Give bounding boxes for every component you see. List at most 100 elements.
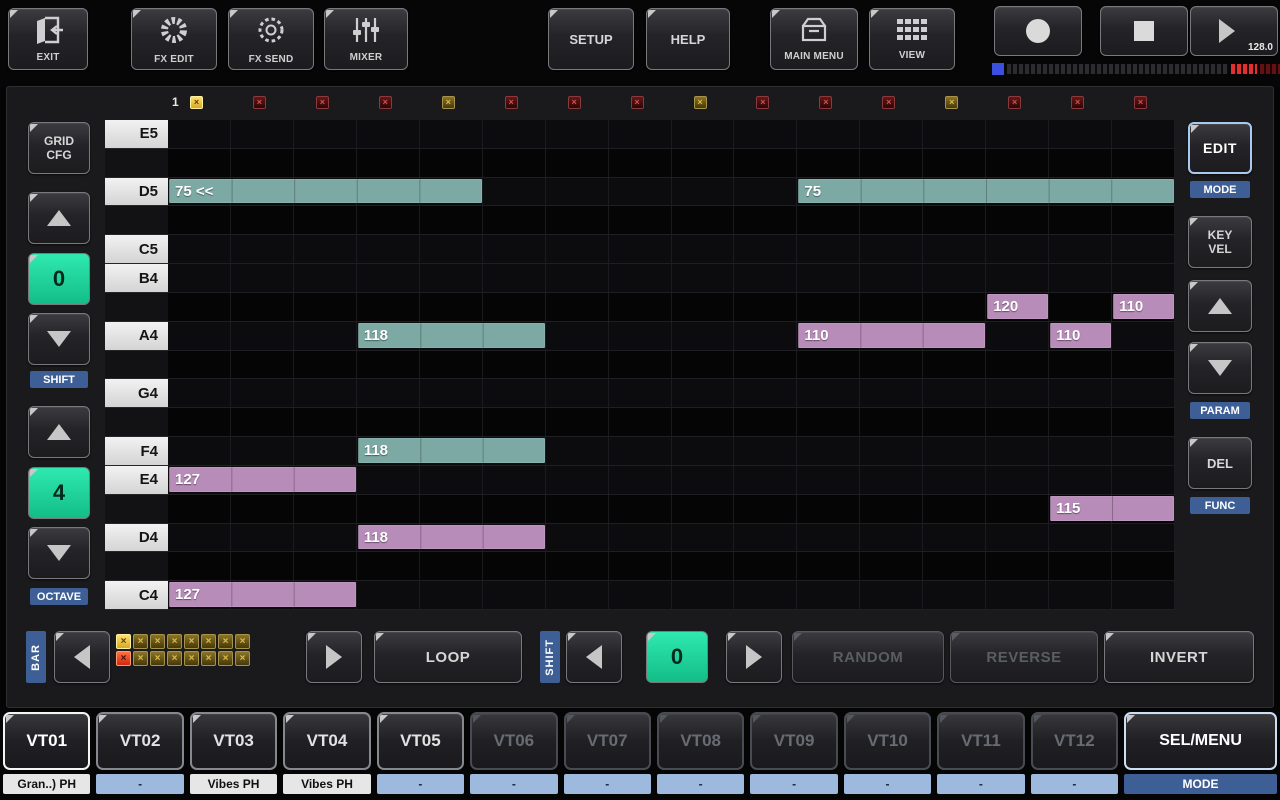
grid-cell[interactable] xyxy=(294,524,357,552)
sequencer-note[interactable]: 118 xyxy=(358,438,545,463)
step-marker-3[interactable]: × xyxy=(316,96,329,109)
track-tab-vt10[interactable]: VT10 xyxy=(844,712,931,770)
bar-indicator[interactable]: × xyxy=(167,634,182,649)
step-marker-4[interactable]: × xyxy=(379,96,392,109)
track-tab-vt07[interactable]: VT07 xyxy=(564,712,651,770)
grid-cell[interactable] xyxy=(546,120,609,148)
grid-cell[interactable] xyxy=(1112,552,1175,580)
grid-cell[interactable] xyxy=(1112,351,1175,379)
grid-cell[interactable] xyxy=(1049,524,1112,552)
grid-cell[interactable] xyxy=(168,264,231,292)
grid-cell[interactable] xyxy=(797,581,860,609)
grid-cell[interactable] xyxy=(734,408,797,436)
grid-cell[interactable] xyxy=(483,552,546,580)
grid-cell[interactable] xyxy=(294,293,357,321)
bar-indicator[interactable]: × xyxy=(116,634,131,649)
key-label[interactable] xyxy=(105,149,168,178)
grid-cell[interactable] xyxy=(1049,552,1112,580)
grid-cell[interactable] xyxy=(420,351,483,379)
grid-cell[interactable] xyxy=(797,379,860,407)
grid-cell[interactable] xyxy=(672,235,735,263)
grid-cell[interactable] xyxy=(1112,408,1175,436)
grid-cell[interactable] xyxy=(734,351,797,379)
grid-cell[interactable] xyxy=(1049,466,1112,494)
stop-button[interactable] xyxy=(1100,6,1188,56)
grid-cell[interactable] xyxy=(609,379,672,407)
grid-cell[interactable] xyxy=(734,149,797,177)
grid-cell[interactable] xyxy=(231,206,294,234)
grid-cell[interactable] xyxy=(923,149,986,177)
grid-cell[interactable] xyxy=(294,379,357,407)
sequencer-note[interactable]: 115 xyxy=(1050,496,1174,521)
grid-cell[interactable] xyxy=(168,495,231,523)
grid-cell[interactable] xyxy=(231,322,294,350)
grid-cell[interactable] xyxy=(923,524,986,552)
grid-cell[interactable] xyxy=(672,408,735,436)
grid-cell[interactable] xyxy=(672,149,735,177)
step-marker-5[interactable]: × xyxy=(442,96,455,109)
track-sub-label[interactable]: Vibes PH xyxy=(190,774,277,794)
grid-cell[interactable] xyxy=(1112,466,1175,494)
grid-cell[interactable] xyxy=(609,264,672,292)
grid-cell[interactable] xyxy=(483,178,546,206)
bar-indicator[interactable]: × xyxy=(116,651,131,666)
grid-cell[interactable] xyxy=(734,581,797,609)
bar-indicator[interactable]: × xyxy=(167,651,182,666)
grid-cell[interactable] xyxy=(734,178,797,206)
track-sub-label[interactable]: MODE xyxy=(1124,774,1277,794)
grid-cell[interactable] xyxy=(609,437,672,465)
key-label[interactable] xyxy=(105,351,168,380)
track-sub-label[interactable]: - xyxy=(657,774,744,794)
grid-cell[interactable] xyxy=(1112,437,1175,465)
grid-cell[interactable] xyxy=(231,379,294,407)
grid-cell[interactable] xyxy=(797,293,860,321)
track-tab-vt06[interactable]: VT06 xyxy=(470,712,557,770)
grid-cell[interactable] xyxy=(923,264,986,292)
step-marker-6[interactable]: × xyxy=(505,96,518,109)
param-up-button[interactable] xyxy=(1188,280,1252,332)
grid-cell[interactable] xyxy=(1112,235,1175,263)
grid-cell[interactable] xyxy=(734,322,797,350)
grid-cell[interactable] xyxy=(168,322,231,350)
grid-cell[interactable] xyxy=(734,235,797,263)
grid-cell[interactable] xyxy=(986,120,1049,148)
step-marker-2[interactable]: × xyxy=(253,96,266,109)
grid-cell[interactable] xyxy=(797,466,860,494)
grid-cell[interactable] xyxy=(483,264,546,292)
key-label[interactable]: D4 xyxy=(105,524,168,553)
grid-cell[interactable] xyxy=(609,206,672,234)
track-sub-label[interactable]: - xyxy=(564,774,651,794)
grid-cell[interactable] xyxy=(797,351,860,379)
grid-cell[interactable] xyxy=(986,466,1049,494)
track-sub-label[interactable]: - xyxy=(750,774,837,794)
setup-button[interactable]: SETUP xyxy=(548,8,634,70)
grid-cell[interactable] xyxy=(231,552,294,580)
key-label[interactable]: E5 xyxy=(105,120,168,149)
grid-cell[interactable] xyxy=(860,120,923,148)
grid-cell[interactable] xyxy=(231,264,294,292)
step-marker-7[interactable]: × xyxy=(568,96,581,109)
grid-cell[interactable] xyxy=(420,495,483,523)
grid-cell[interactable] xyxy=(672,351,735,379)
track-sub-label[interactable]: Gran..) PH xyxy=(3,774,90,794)
shift-up-button[interactable] xyxy=(28,192,90,244)
grid-cell[interactable] xyxy=(609,149,672,177)
grid-cell[interactable] xyxy=(923,351,986,379)
track-tab-selmenu[interactable]: SEL/MENU xyxy=(1124,712,1277,770)
grid-cell[interactable] xyxy=(483,206,546,234)
grid-cell[interactable] xyxy=(923,466,986,494)
grid-cell[interactable] xyxy=(420,379,483,407)
grid-cell[interactable] xyxy=(923,408,986,436)
track-tab-vt11[interactable]: VT11 xyxy=(937,712,1024,770)
grid-cell[interactable] xyxy=(546,206,609,234)
grid-cell[interactable] xyxy=(860,466,923,494)
grid-cell[interactable] xyxy=(797,495,860,523)
bar-indicator[interactable]: × xyxy=(218,634,233,649)
grid-cell[interactable] xyxy=(860,293,923,321)
grid-cell[interactable] xyxy=(546,351,609,379)
grid-cell[interactable] xyxy=(923,379,986,407)
grid-cell[interactable] xyxy=(860,408,923,436)
track-tab-vt02[interactable]: VT02 xyxy=(96,712,183,770)
grid-cell[interactable] xyxy=(168,149,231,177)
grid-cell[interactable] xyxy=(483,120,546,148)
